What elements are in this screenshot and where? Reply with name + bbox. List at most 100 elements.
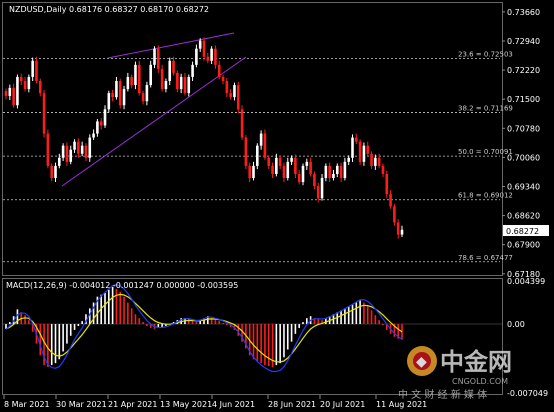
candle-body — [153, 48, 156, 65]
candle-body — [38, 81, 42, 94]
chart-canvas: 23.6 = 0.72503 38.2 = 0.71169 50.0 = 0.700… — [0, 0, 554, 412]
candle-body — [259, 133, 263, 146]
watermark-name: 中金网 — [440, 348, 512, 376]
price-axis-label: 0.67900 — [507, 241, 540, 250]
candle-body — [164, 81, 168, 90]
candle-body — [320, 178, 324, 199]
candle-body — [191, 64, 194, 77]
candle-body — [396, 222, 400, 235]
date-axis-label: 20 Jul 2021 — [320, 400, 365, 409]
candle-body — [115, 81, 118, 98]
candle-body — [198, 40, 202, 49]
candle-body — [351, 137, 354, 158]
candle-body — [286, 161, 290, 179]
candle-body — [122, 89, 126, 106]
candle-body — [347, 157, 350, 162]
candle-body — [400, 229, 404, 235]
candle-body — [282, 165, 286, 179]
candle-body — [160, 68, 164, 90]
candle-body — [58, 157, 61, 166]
candle-body — [141, 93, 145, 102]
candle-body — [309, 161, 312, 174]
price-axis-label: 0.69340 — [507, 182, 540, 191]
candle-body — [267, 157, 271, 166]
candle-body — [168, 60, 172, 82]
candle-body — [130, 76, 133, 86]
candle-body — [145, 85, 149, 102]
fib-level-label: 61.8 = 0.69012 — [458, 192, 513, 200]
candle-body — [88, 137, 92, 158]
candle-body — [244, 137, 248, 166]
candle-body — [69, 149, 73, 162]
candle-body — [385, 173, 389, 195]
candle-body — [187, 76, 191, 94]
candle-body — [256, 145, 259, 166]
candle-body — [46, 133, 50, 166]
candle-body — [8, 87, 12, 96]
candle-body — [374, 157, 377, 166]
fib-level-label: 38.2 = 0.71169 — [458, 105, 513, 113]
candle-body — [31, 60, 34, 77]
candle-body — [328, 165, 331, 179]
price-axis-label: 0.68620 — [507, 212, 540, 221]
candle-body — [61, 145, 65, 158]
chart-title: NZDUSD,Daily 0.68176 0.68327 0.68170 0.6… — [9, 5, 209, 14]
candle-body — [248, 165, 251, 179]
candle-body — [236, 85, 240, 110]
candle-body — [27, 76, 31, 90]
date-axis-label: 4 Jun 2021 — [212, 400, 255, 409]
candle-body — [233, 85, 236, 98]
candle-body — [80, 145, 84, 154]
candle-body — [126, 76, 130, 90]
candle-body — [316, 186, 320, 199]
candle-body — [206, 56, 210, 61]
candle-body — [271, 165, 274, 174]
candle-body — [134, 64, 137, 86]
candle-body — [195, 48, 198, 65]
candle-body — [172, 60, 175, 73]
candle-body — [240, 109, 244, 138]
current-price-marker: 0.68272 — [503, 225, 549, 236]
candle-body — [137, 64, 141, 94]
candle-body — [157, 48, 160, 69]
candle-body — [111, 93, 114, 98]
watermark-tagline: 中 文 财 经 新 媒 体 — [398, 388, 487, 401]
price-axis-label: 0.70060 — [507, 153, 540, 162]
date-axis-label: 13 May 2021 — [160, 400, 212, 409]
candle-body — [214, 48, 217, 65]
candle-body — [179, 76, 183, 90]
candle-body — [229, 93, 232, 98]
candle-body — [297, 173, 301, 183]
candle-body — [50, 165, 53, 179]
candle-body — [370, 153, 373, 166]
candle-body — [324, 165, 328, 179]
price-axis-label: 0.73660 — [507, 8, 540, 17]
candle-body — [278, 157, 282, 166]
candle-body — [263, 133, 267, 158]
candle-body — [35, 60, 38, 82]
price-axis-label: 0.71500 — [507, 95, 540, 104]
fib-level-label: 78.6 = 0.67477 — [458, 254, 513, 262]
candle-body — [221, 76, 225, 82]
candle-body — [217, 64, 221, 77]
candle-body — [65, 145, 69, 162]
candle-body — [4, 91, 8, 96]
candle-body — [149, 64, 152, 86]
candle-body — [42, 93, 46, 134]
candle-body — [210, 48, 213, 61]
candle-body — [54, 165, 57, 179]
macd-axis-label: -0.007049 — [507, 389, 548, 398]
candle-body — [301, 165, 305, 183]
date-axis-label: 28 Jun 2021 — [268, 400, 316, 409]
macd-label: MACD(12,26,9) -0.004012 -0.001247 0.0000… — [6, 281, 238, 290]
candle-body — [225, 81, 229, 94]
candle-body — [358, 141, 362, 162]
candle-body — [23, 81, 27, 90]
candle-body — [19, 76, 23, 82]
candle-body — [77, 141, 80, 154]
candle-body — [92, 133, 95, 138]
current-price-label: 0.68272 — [506, 227, 539, 236]
watermark-domain: CNGOLD.COM — [452, 377, 508, 386]
date-axis-label: 8 Mar 2021 — [4, 400, 50, 409]
candle-body — [99, 121, 103, 126]
